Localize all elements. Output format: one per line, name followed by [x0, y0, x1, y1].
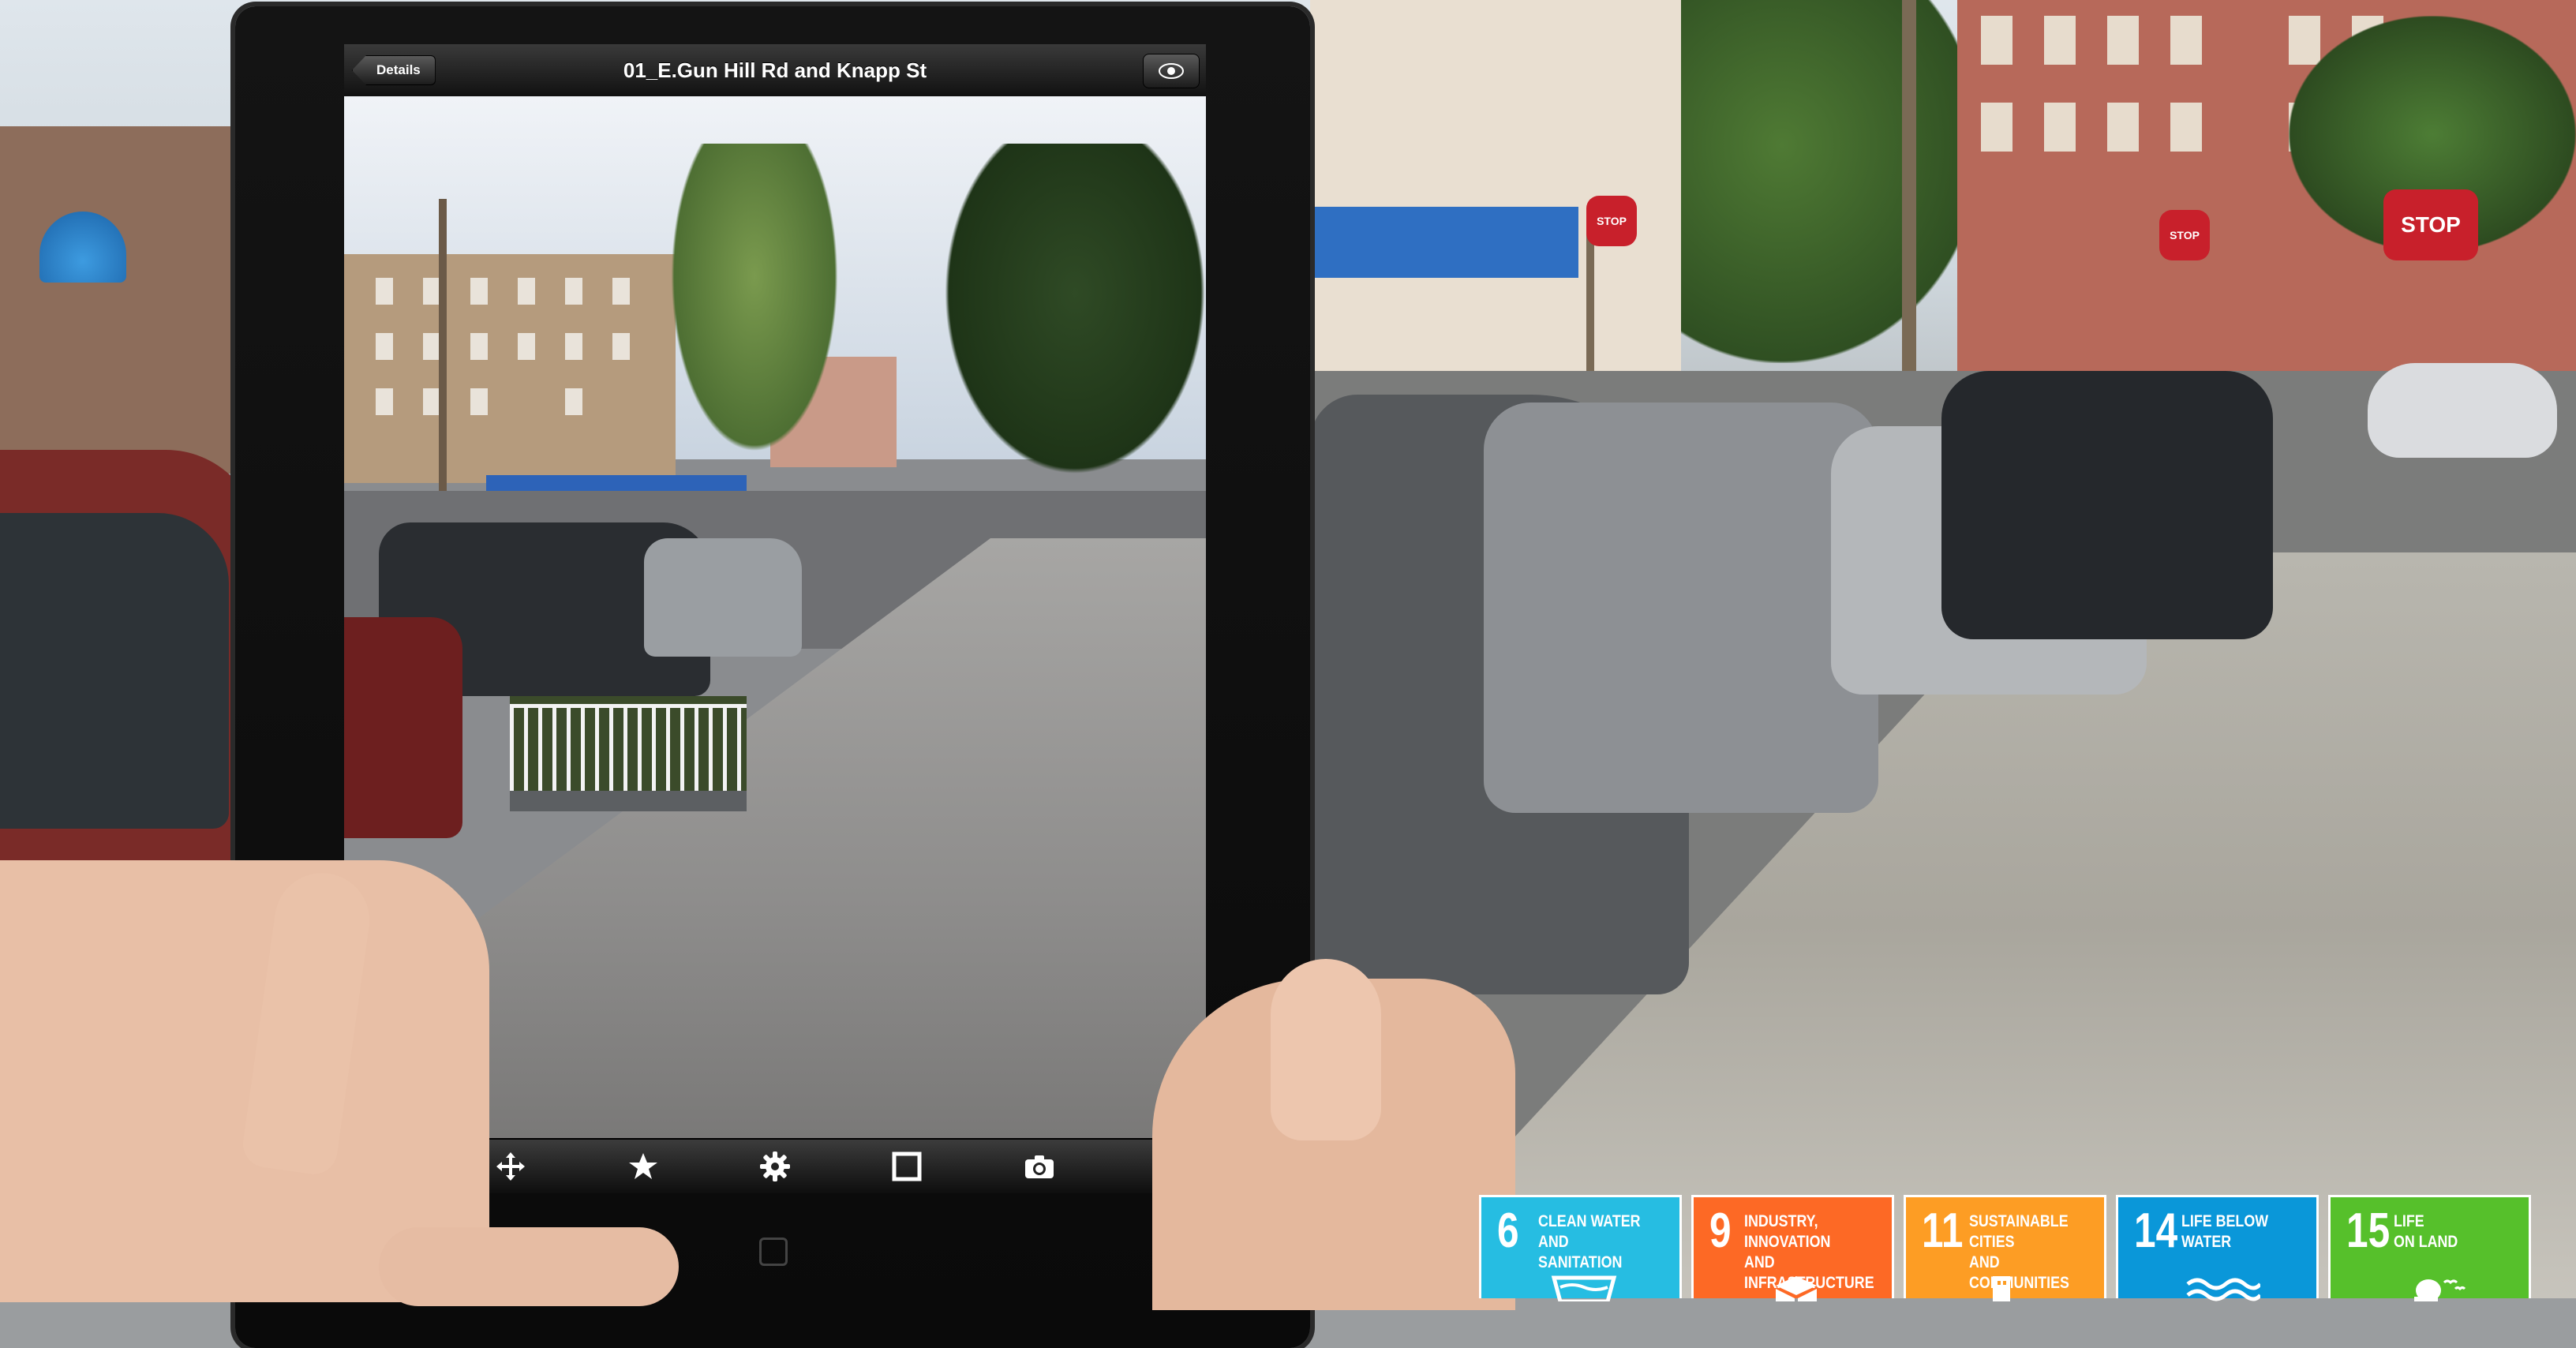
- ar-silver-car: [644, 538, 802, 657]
- sdg-number: 14: [2134, 1204, 2178, 1258]
- visibility-toggle-button[interactable]: [1143, 54, 1200, 88]
- utility-pole: [1902, 0, 1916, 371]
- gear-icon: [759, 1151, 790, 1181]
- brick-building-left: [0, 126, 237, 474]
- stop-sign-far-right: STOP: [2383, 189, 2478, 260]
- stop-sign-right: STOP: [2159, 210, 2210, 260]
- sdg-label: LIFE ON LAND: [2394, 1212, 2458, 1251]
- left-fingers: [379, 1227, 679, 1306]
- sdg-label: CLEAN WATER AND SANITATION: [1538, 1212, 1641, 1271]
- ar-building: [344, 254, 676, 483]
- sdg-tile-9: 9 INDUSTRY, INNOVATION AND INFRASTRUCTUR…: [1691, 1195, 1894, 1301]
- cube-icon: [1776, 1276, 1817, 1301]
- nav-title: 01_E.Gun Hill Rd and Knapp St: [623, 58, 927, 82]
- favorite-button[interactable]: [620, 1143, 667, 1190]
- camera-button[interactable]: [1016, 1143, 1063, 1190]
- settings-button[interactable]: [751, 1143, 799, 1190]
- ar-planter-fence: [510, 704, 747, 803]
- red-car-window: [0, 513, 229, 829]
- stop-sign-center: STOP: [1586, 196, 1637, 246]
- camera-icon: [1024, 1155, 1054, 1178]
- move-icon: [496, 1152, 526, 1181]
- sdg-tile-11: 11 SUSTAINABLE CITIES AND COMMUNITIES: [1904, 1195, 2106, 1301]
- water-glass-icon: [1551, 1275, 1617, 1301]
- black-suv: [1941, 371, 2273, 639]
- star-icon: [628, 1153, 657, 1179]
- frame-button[interactable]: [883, 1143, 930, 1190]
- tree-and-birds-icon: [2414, 1279, 2466, 1301]
- ar-large-tree: [944, 144, 1206, 475]
- ar-utility-pole: [439, 199, 447, 499]
- sdg-tile-14: 14 LIFE BELOW WATER: [2116, 1195, 2319, 1301]
- square-icon: [892, 1151, 922, 1181]
- details-back-button[interactable]: Details: [352, 55, 436, 85]
- nav-bar: 01_E.Gun Hill Rd and Knapp St Details: [344, 44, 1206, 98]
- sdg-tile-6: 6 CLEAN WATER AND SANITATION: [1479, 1195, 1682, 1301]
- ar-planter-base: [510, 791, 747, 811]
- sdg-number: 9: [1709, 1204, 1732, 1258]
- right-thumb: [1271, 959, 1381, 1140]
- sdg-label: LIFE BELOW WATER: [2181, 1212, 2269, 1251]
- city-buildings-icon: [1993, 1276, 2010, 1301]
- silver-suv: [1484, 403, 1878, 813]
- home-button[interactable]: [759, 1238, 788, 1266]
- sdg-goal-tiles: 6 CLEAN WATER AND SANITATION 9 INDUSTRY,…: [1479, 1195, 2531, 1301]
- move-button[interactable]: [487, 1143, 534, 1190]
- white-car: [2368, 363, 2557, 458]
- street-trees: [1649, 0, 1981, 363]
- sdg-number: 11: [1922, 1204, 1964, 1258]
- sdg-tile-15: 15 LIFE ON LAND: [2328, 1195, 2531, 1301]
- ar-virtual-tree: [660, 144, 849, 475]
- ar-red-car: [344, 617, 462, 838]
- blue-store-awning: [1310, 207, 1578, 278]
- sdg-number: 15: [2346, 1204, 2391, 1258]
- waves-icon: [2186, 1278, 2260, 1301]
- eye-icon: [1159, 63, 1184, 79]
- sdg-number: 6: [1497, 1204, 1519, 1258]
